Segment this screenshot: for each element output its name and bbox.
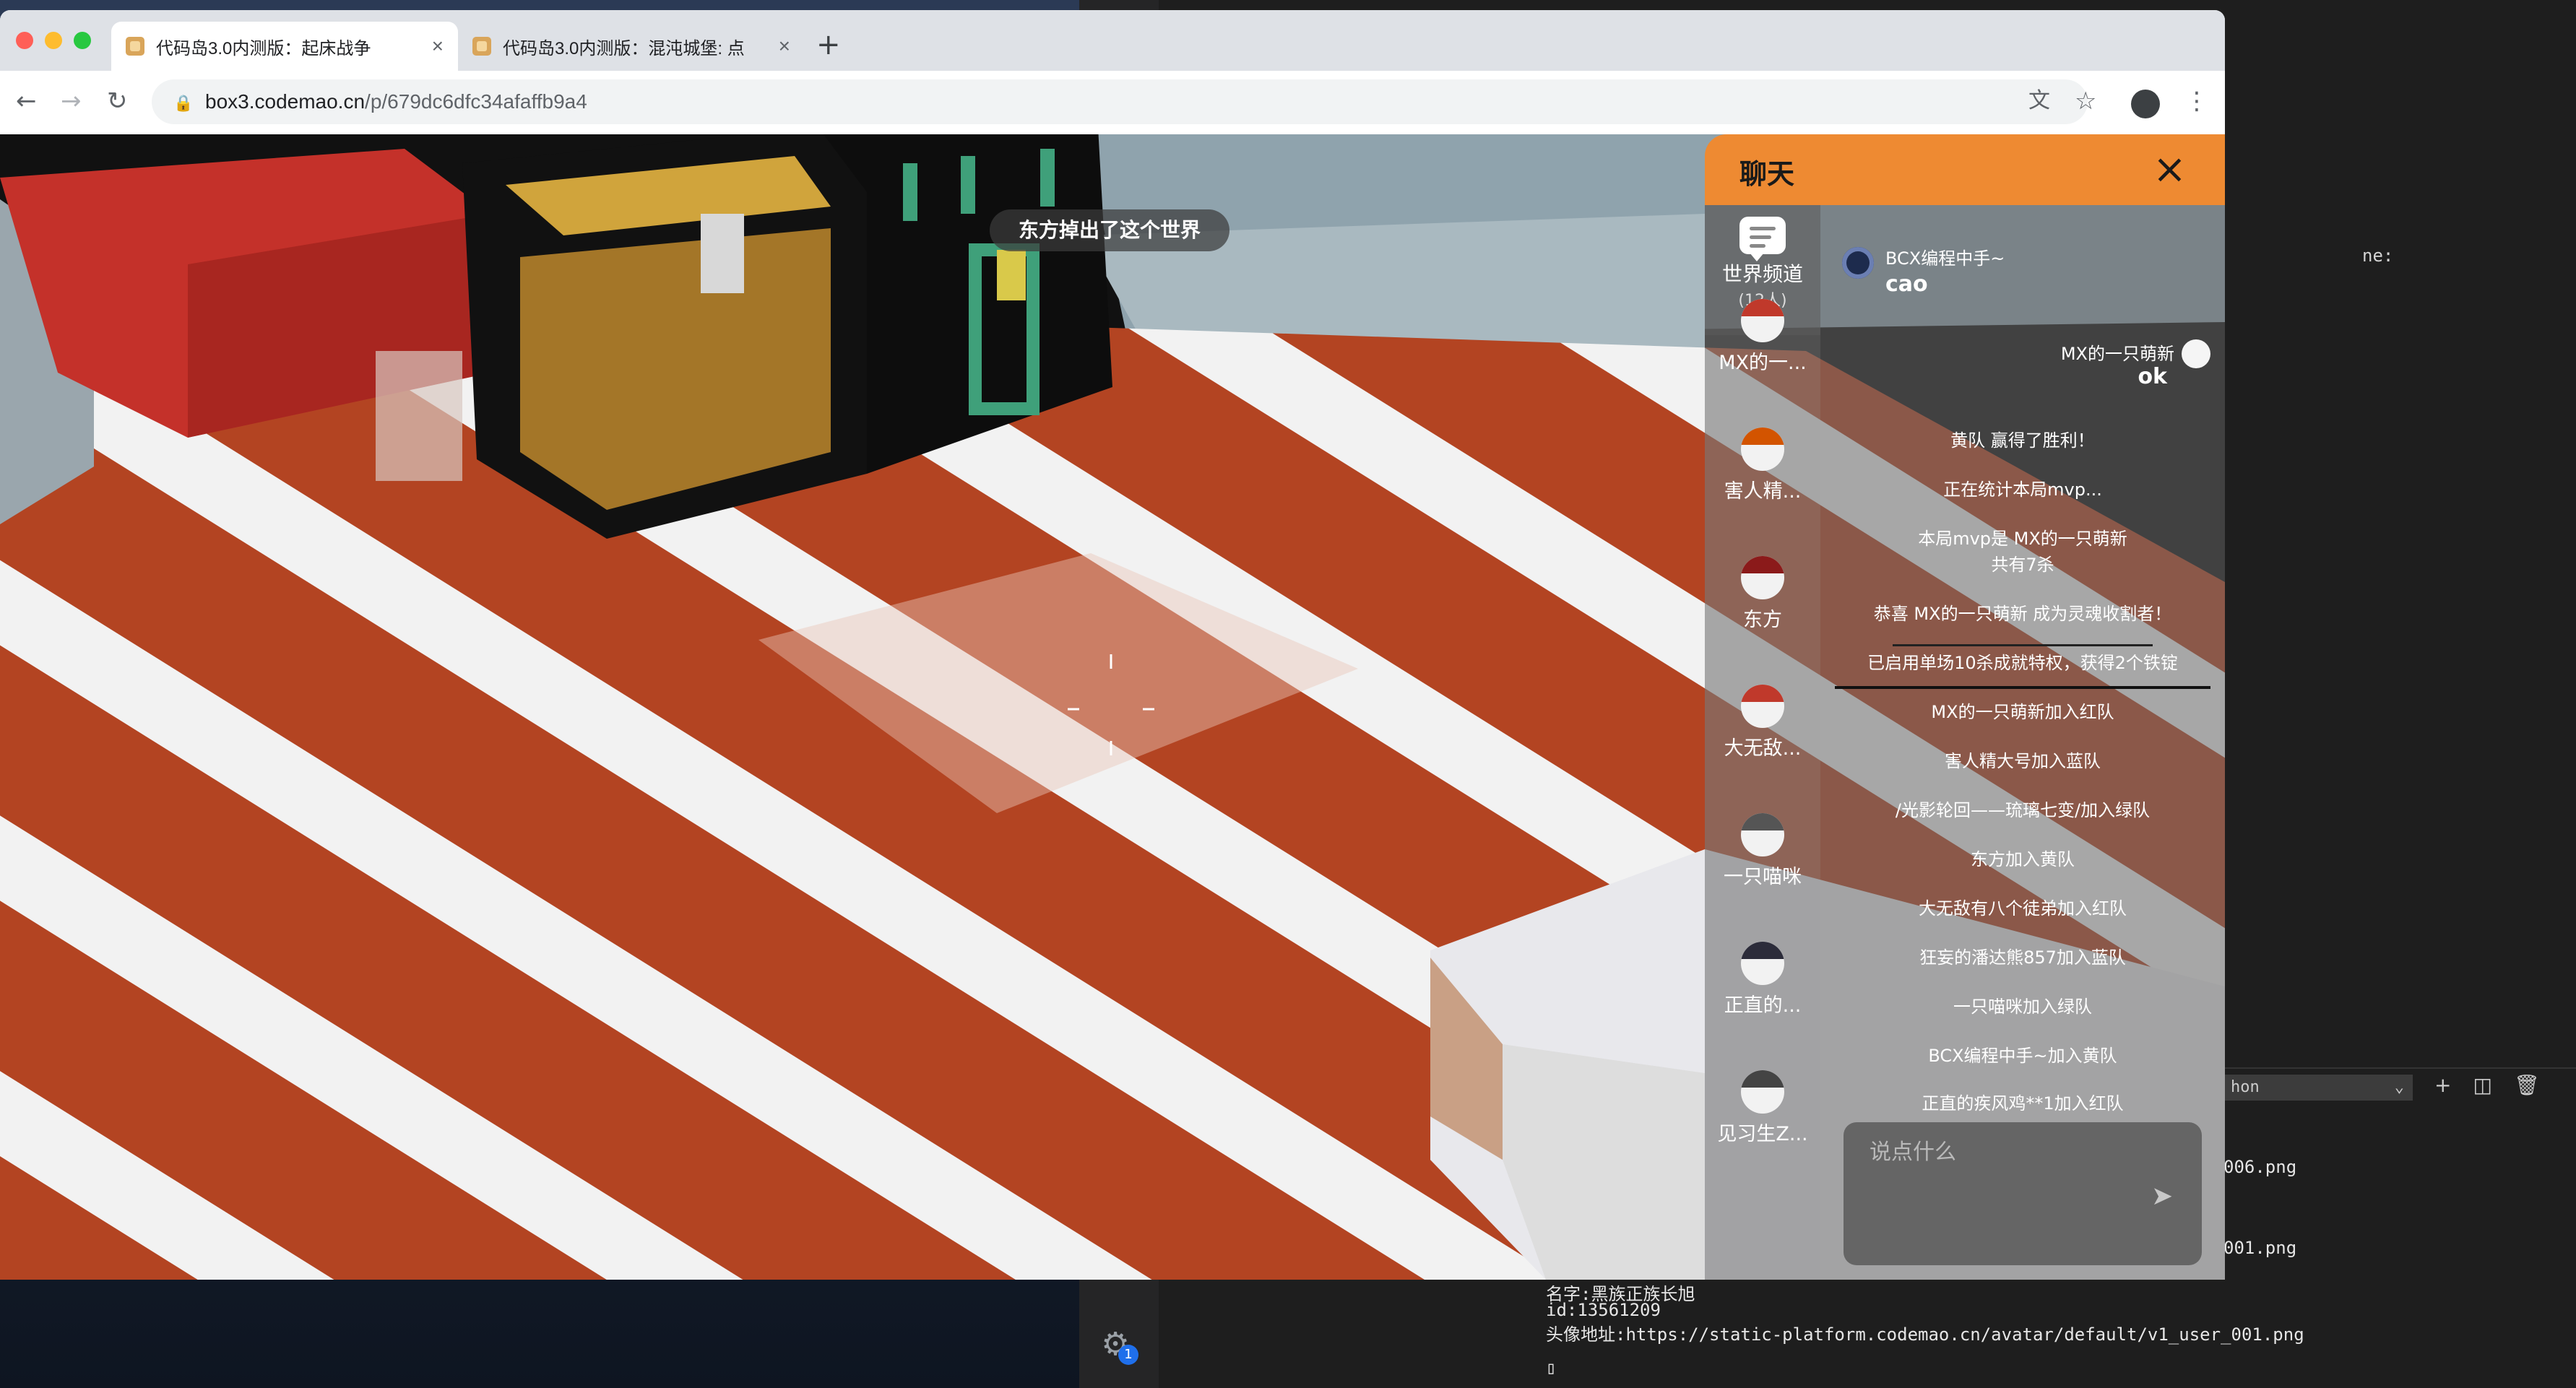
tab-strip: 代码岛3.0内测版：起床战争 × 代码岛3.0内测版：混沌城堡: 点 × + xyxy=(0,10,2225,71)
user-name: MX的一... xyxy=(1719,352,1807,374)
chat-input-placeholder: 说点什么 xyxy=(1870,1140,1956,1165)
close-window-button[interactable] xyxy=(16,32,33,49)
chat-header: 聊天 × xyxy=(1705,134,2225,205)
maximize-window-button[interactable] xyxy=(74,32,91,49)
user-list-item[interactable]: 害人精... xyxy=(1705,428,1820,503)
terminal-actions: + ◫ 🗑 xyxy=(2434,1073,2572,1102)
user-list-item[interactable]: 东方 xyxy=(1705,556,1820,632)
tab-label: 代码岛3.0内测版：起床战争 xyxy=(156,38,371,58)
system-message: 正直的疾风鸡**1加入红队 xyxy=(1922,1093,2124,1114)
chat-panel: 聊天 × 世界频道 (12人) BCX编程中手~ cao MX的一只萌新 xyxy=(1705,134,2225,1280)
terminal-line: id:13561209 xyxy=(1546,1300,1661,1320)
system-message: BCX编程中手~加入黄队 xyxy=(1928,1046,2117,1066)
user-name: 正直的... xyxy=(1724,994,1802,1017)
user-list-item[interactable]: 见习生Z... xyxy=(1705,1070,1820,1146)
chat-bubble-icon xyxy=(1739,217,1786,261)
terminal-cursor: ▯ xyxy=(1546,1358,1557,1378)
terminal-select-value: hon xyxy=(2231,1078,2260,1096)
terminal-fragment: 006.png xyxy=(2223,1157,2297,1177)
divider xyxy=(1893,644,2153,646)
system-message: 大无敌有八个徒弟加入红队 xyxy=(1919,898,2127,919)
send-icon[interactable]: ➤ xyxy=(2151,1181,2173,1211)
user-list-item[interactable]: 正直的... xyxy=(1705,942,1820,1018)
lock-icon: 🔒 xyxy=(173,94,194,112)
url-path: /p/679dc6dfc34afaffb9a4 xyxy=(365,90,587,113)
system-message: 东方加入黄队 xyxy=(1971,849,2075,869)
message-text: ok xyxy=(2138,364,2167,389)
system-message: 已启用单场10杀成就特权，获得2个铁锭 xyxy=(1867,653,2178,673)
close-icon[interactable]: × xyxy=(432,35,444,58)
avatar xyxy=(1741,556,1784,599)
system-message: 恭喜 MX的一只萌新 成为灵魂收割者！ xyxy=(1873,604,2172,624)
tab-bedwars[interactable]: 代码岛3.0内测版：起床战争 × xyxy=(111,22,458,71)
avatar xyxy=(1741,942,1784,985)
browser-toolbar: ← → ↻ 🔒 box3.codemao.cn/p/679dc6dfc34afa… xyxy=(0,71,2225,135)
terminal-fragment: 001.png xyxy=(2223,1238,2297,1258)
user-name: 一只喵咪 xyxy=(1724,866,1802,888)
avatar[interactable] xyxy=(2131,90,2160,118)
terminal-select[interactable]: hon ⌄ xyxy=(2225,1075,2413,1101)
trash-icon[interactable]: 🗑 xyxy=(2514,1073,2540,1102)
tab-chaos-castle[interactable]: 代码岛3.0内测版：混沌城堡: 点 × xyxy=(458,22,805,71)
avatar xyxy=(1741,428,1784,471)
menu-icon[interactable]: ⋮ xyxy=(2184,87,2209,116)
terminal-line: 头像地址:https://static-platform.codemao.cn/… xyxy=(1546,1324,2304,1345)
avatar xyxy=(1842,247,1874,279)
chat-input[interactable]: 说点什么 ➤ xyxy=(1844,1122,2202,1265)
system-message: 黄队 赢得了胜利！ xyxy=(1950,430,2095,451)
back-button[interactable]: ← xyxy=(16,87,37,116)
user-name: 大无敌... xyxy=(1724,737,1802,760)
chevron-down-icon: ⌄ xyxy=(2394,1078,2404,1096)
minimize-window-button[interactable] xyxy=(45,32,62,49)
avatar xyxy=(1741,1070,1784,1114)
user-name: 害人精... xyxy=(1724,480,1802,503)
message-text: cao xyxy=(1885,272,1928,297)
message-user: MX的一只萌新 xyxy=(2060,344,2174,364)
system-message: MX的一只萌新加入红队 xyxy=(1931,702,2114,722)
chat-title: 聊天 xyxy=(1739,158,1795,190)
game-viewport[interactable]: 东方掉出了这个世界 聊天 × 世界频道 (12人) BCX编程中手~ xyxy=(0,134,2225,1280)
split-icon[interactable]: ◫ xyxy=(2473,1073,2491,1102)
box-icon xyxy=(472,37,491,56)
system-message: /光影轮回——琉璃七变/加入绿队 xyxy=(1895,800,2151,820)
user-list-item[interactable]: MX的一... xyxy=(1705,299,1820,375)
system-message: 正在统计本局mvp... xyxy=(1943,480,2102,500)
address-bar[interactable]: 🔒 box3.codemao.cn/p/679dc6dfc34afaffb9a4 xyxy=(152,79,2088,124)
user-list-item[interactable]: 一只喵咪 xyxy=(1705,813,1820,889)
system-message: 一只喵咪加入绿队 xyxy=(1953,997,2092,1017)
star-icon[interactable]: ☆ xyxy=(2075,87,2096,116)
plus-icon[interactable]: + xyxy=(2434,1073,2451,1102)
box-icon xyxy=(126,37,144,56)
system-message: 共有7杀 xyxy=(1991,555,2054,575)
user-name: 东方 xyxy=(1743,609,1782,631)
browser-window: 代码岛3.0内测版：起床战争 × 代码岛3.0内测版：混沌城堡: 点 × + ←… xyxy=(0,10,2225,1280)
system-message: 本局mvp是 MX的一只萌新 xyxy=(1918,529,2127,549)
avatar xyxy=(1741,299,1784,342)
tab-label: 代码岛3.0内测版：混沌城堡: 点 xyxy=(503,38,745,58)
avatar xyxy=(1741,813,1784,856)
close-icon[interactable]: × xyxy=(2153,144,2187,195)
avatar xyxy=(1741,685,1784,728)
divider xyxy=(1835,686,2210,689)
avatar xyxy=(2182,339,2210,368)
notification-badge: 1 xyxy=(1118,1345,1138,1365)
translate-icon[interactable]: 文 xyxy=(2028,87,2050,116)
code-fragment: ne: xyxy=(2362,246,2394,266)
message-user: BCX编程中手~ xyxy=(1885,248,2005,269)
user-name: 见习生Z... xyxy=(1717,1123,1808,1145)
world-channel-label: 世界频道 xyxy=(1721,262,1803,286)
forward-button[interactable]: → xyxy=(61,87,82,116)
user-list-item[interactable]: 大无敌... xyxy=(1705,685,1820,760)
game-toast: 东方掉出了这个世界 xyxy=(990,209,1230,251)
reload-button[interactable]: ↻ xyxy=(107,87,128,116)
url-host: box3.codemao.cn xyxy=(205,90,366,113)
system-message: 害人精大号加入蓝队 xyxy=(1945,751,2101,771)
system-message: 狂妄的潘达熊857加入蓝队 xyxy=(1919,947,2126,968)
close-icon[interactable]: × xyxy=(779,35,790,58)
new-tab-button[interactable]: + xyxy=(816,30,841,59)
